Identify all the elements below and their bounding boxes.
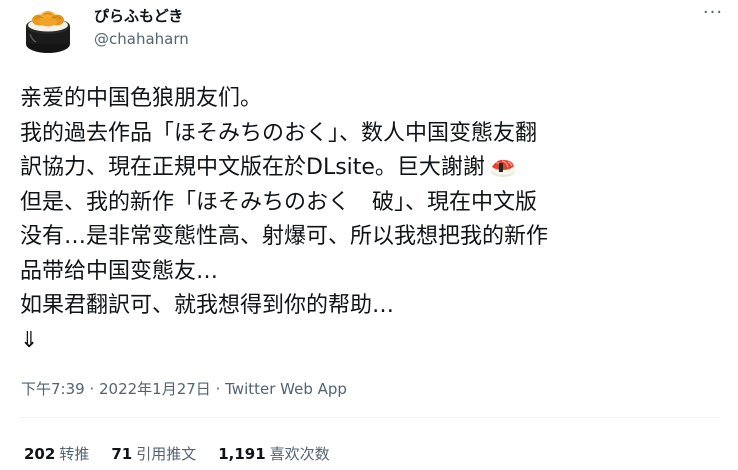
tweet-card: ぴらふもどき @chahaharn ··· 亲爱的中国色狼朋友们。 我的過去作品… (0, 0, 738, 470)
stat-count: 1,191 (218, 445, 266, 463)
sea-urchin-sushi-icon (26, 11, 70, 53)
tweet-meta: 下午7:39 · 2022年1月27日 · Twitter Web App (21, 379, 347, 399)
stat-label: 喜欢次数 (269, 445, 330, 463)
tweet-line: 我的過去作品「ほそみちのおく」、数人中国变態友翻 (20, 120, 538, 146)
tweet-line: 如果君翻訳可、就我想得到你的帮助… (20, 293, 395, 318)
stat-label: 转推 (59, 445, 90, 463)
tweet-line-text: 訳協力、現在正規中文版在於DLsite。巨大謝謝 (20, 155, 485, 180)
avatar[interactable] (18, 4, 78, 56)
meta-separator: · (210, 380, 226, 398)
tweet-line: 但是、我的新作「ほそみちのおく 破」、現在中文版 (20, 189, 538, 215)
tweet-line: 亲爱的中国色狼朋友们。 (20, 86, 263, 111)
tweet-line: ⇓ (20, 327, 39, 353)
like-count[interactable]: 1,191 喜欢次数 (218, 444, 329, 464)
user-handle[interactable]: @chahaharn (94, 29, 189, 49)
divider (20, 417, 720, 418)
quote-tweet-count[interactable]: 71 引用推文 (111, 444, 196, 464)
tweet-line: 没有…是非常变態性高、射爆可、所以我想把我的新作 (20, 224, 549, 249)
tweet-text: 亲爱的中国色狼朋友们。 我的過去作品「ほそみちのおく」、数人中国变態友翻 訳協力… (20, 82, 725, 358)
tweet-date[interactable]: 2022年1月27日 (99, 380, 211, 398)
sushi-icon (488, 154, 518, 178)
engagement-stats: 202 转推 71 引用推文 1,191 喜欢次数 (24, 444, 352, 464)
more-dots-icon[interactable]: ··· (696, 4, 730, 26)
retweet-count[interactable]: 202 转推 (24, 444, 89, 464)
source-app-link[interactable]: Twitter Web App (225, 380, 347, 398)
tweet-line: 訳協力、現在正規中文版在於DLsite。巨大謝謝 (20, 151, 725, 186)
tweet-time[interactable]: 下午7:39 (21, 380, 85, 398)
tweet-line: 品带给中国变態友… (20, 258, 219, 284)
stat-count: 202 (24, 445, 56, 463)
meta-separator: · (84, 380, 99, 398)
author-block: ぴらふもどき @chahaharn (94, 6, 189, 49)
stat-label: 引用推文 (136, 445, 197, 463)
display-name[interactable]: ぴらふもどき (94, 6, 189, 26)
stat-count: 71 (111, 445, 133, 463)
